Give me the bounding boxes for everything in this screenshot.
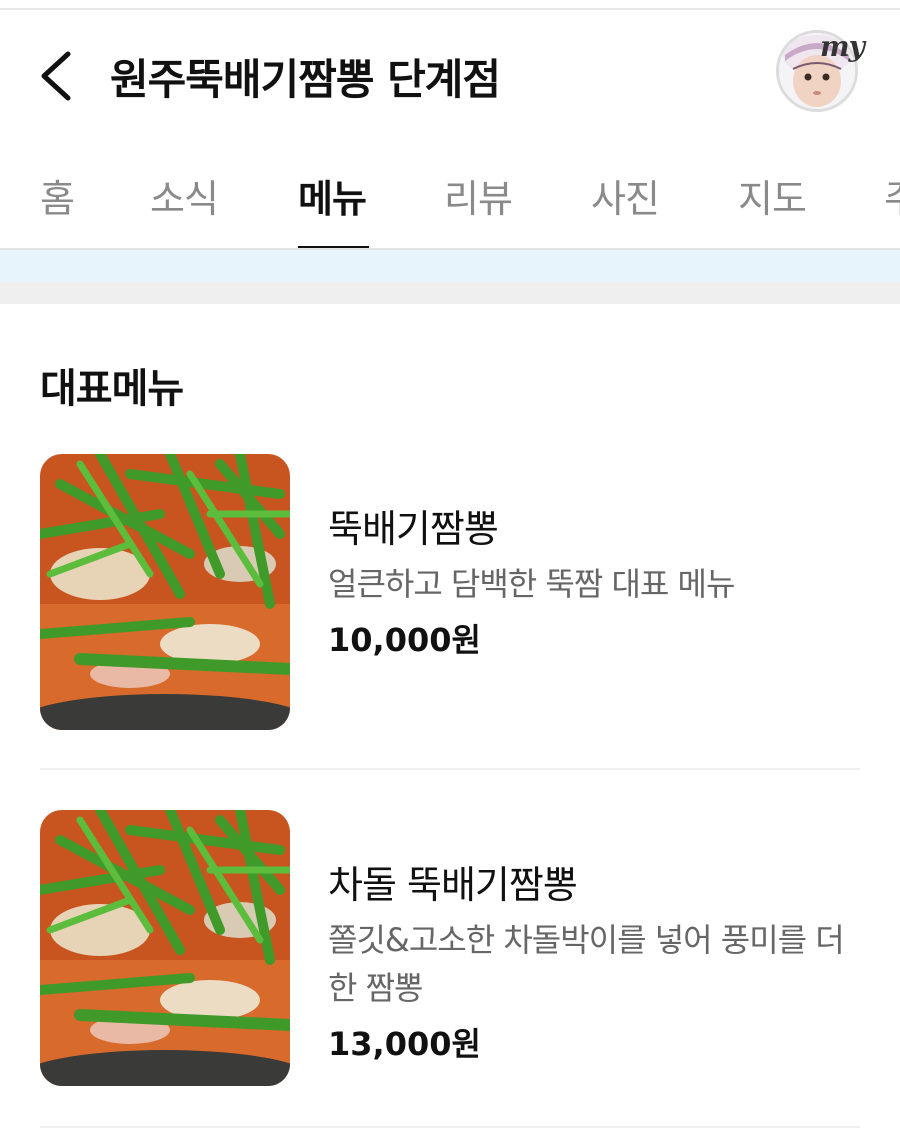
tab-photos[interactable]: 사진 bbox=[591, 168, 660, 223]
back-button[interactable] bbox=[30, 44, 86, 104]
menu-item-name: 차돌 뚝배기짬뽕 bbox=[328, 863, 578, 907]
tab-map[interactable]: 지도 bbox=[738, 168, 807, 223]
menu-item-photo bbox=[40, 810, 290, 1086]
menu-item-info: 차돌 뚝배기짬뽕 쫄깃&고소한 차돌박이를 넣어 풍미를 더한 짬뽕 13,00… bbox=[328, 860, 868, 1066]
section-gap bbox=[0, 282, 900, 304]
menu-item-info: 뚝배기짬뽕 얼큰하고 담백한 뚝짬 대표 메뉴 10,000원 bbox=[328, 504, 868, 662]
section-title: 대표메뉴 bbox=[40, 366, 184, 412]
tab-home[interactable]: 홈 bbox=[40, 168, 75, 223]
menu-item-price: 10,000원 bbox=[328, 621, 481, 659]
jjamppong-photo-icon bbox=[40, 454, 290, 730]
menu-item-price: 13,000원 bbox=[328, 1025, 481, 1063]
menu-item-photo bbox=[40, 454, 290, 730]
menu-item[interactable]: 차돌 뚝배기짬뽕 쫄깃&고소한 차돌박이를 넣어 풍미를 더한 짬뽕 13,00… bbox=[40, 810, 860, 1128]
tab-news[interactable]: 소식 bbox=[150, 168, 219, 223]
header: 원주뚝배기짬뽕 단계점 my bbox=[0, 10, 900, 130]
place-page: 원주뚝배기짬뽕 단계점 my 홈 소식 메뉴 리뷰 사진 지도 주 대표메뉴 bbox=[0, 0, 900, 1134]
tab-reviews[interactable]: 리뷰 bbox=[444, 168, 513, 223]
menu-item[interactable]: 뚝배기짬뽕 얼큰하고 담백한 뚝짬 대표 메뉴 10,000원 bbox=[40, 454, 860, 770]
page-title: 원주뚝배기짬뽕 단계점 bbox=[110, 55, 501, 104]
menu-item-name: 뚝배기짬뽕 bbox=[328, 507, 499, 551]
item-divider bbox=[40, 768, 860, 770]
item-divider bbox=[40, 1126, 860, 1128]
chevron-left-icon bbox=[41, 51, 71, 101]
avatar-my-badge: my bbox=[820, 30, 865, 63]
notice-strip bbox=[0, 250, 900, 282]
jjamppong-photo-icon bbox=[40, 810, 290, 1086]
menu-item-description: 얼큰하고 담백한 뚝짬 대표 메뉴 bbox=[328, 565, 735, 603]
menu-item-description: 쫄깃&고소한 차돌박이를 넣어 풍미를 더한 짬뽕 bbox=[328, 921, 845, 1007]
tab-bar: 홈 소식 메뉴 리뷰 사진 지도 주 bbox=[0, 150, 900, 251]
tab-more[interactable]: 주 bbox=[884, 168, 900, 223]
tab-menu[interactable]: 메뉴 bbox=[298, 168, 367, 223]
